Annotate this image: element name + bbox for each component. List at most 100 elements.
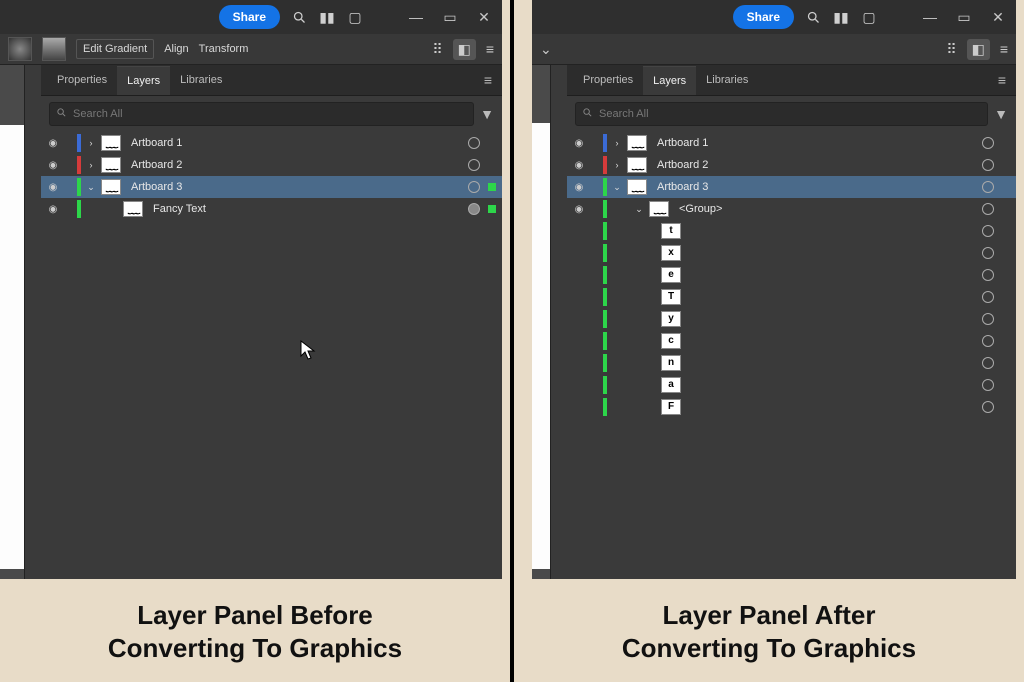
layer-name[interactable]: Artboard 1: [125, 137, 464, 149]
panel-flyout-icon[interactable]: ≡: [480, 72, 496, 88]
scrollbar[interactable]: [24, 65, 41, 579]
layer-name[interactable]: Artboard 2: [651, 159, 978, 171]
layer-name[interactable]: <Group>: [673, 203, 978, 215]
layer-row-artboard2[interactable]: ◉ › ﹏ Artboard 2: [567, 154, 1016, 176]
close-button[interactable]: ✕: [986, 9, 1010, 26]
target-icon[interactable]: [982, 269, 994, 281]
layer-row-compound-path[interactable]: x: [567, 242, 1016, 264]
target-icon[interactable]: [982, 137, 994, 149]
maximize-button[interactable]: ▭: [952, 9, 976, 26]
back-icon[interactable]: ⌄: [540, 41, 552, 58]
target-icon[interactable]: [982, 247, 994, 259]
essentials-icon[interactable]: ⠿: [946, 41, 956, 58]
essentials-icon[interactable]: ⠿: [432, 41, 442, 58]
layer-row-artboard1[interactable]: ◉ › ﹏ Artboard 1: [567, 132, 1016, 154]
target-icon[interactable]: [982, 181, 994, 193]
arrange-icon[interactable]: ▮▮: [832, 8, 850, 26]
filter-icon[interactable]: ▼: [994, 106, 1008, 122]
align-label[interactable]: Align: [164, 43, 188, 55]
target-icon[interactable]: [982, 291, 994, 303]
collapse-icon[interactable]: ⌄: [85, 182, 97, 193]
layer-row-compound-path[interactable]: y: [567, 308, 1016, 330]
layer-row-compound-path[interactable]: c: [567, 330, 1016, 352]
maximize-button[interactable]: ▭: [438, 9, 462, 26]
tab-layers[interactable]: Layers: [643, 66, 696, 95]
scrollbar[interactable]: [550, 65, 567, 579]
target-icon[interactable]: [982, 225, 994, 237]
layer-name[interactable]: Artboard 1: [651, 137, 978, 149]
layer-row-group[interactable]: ◉ ⌄ ﹏ <Group>: [567, 198, 1016, 220]
transform-label[interactable]: Transform: [199, 43, 249, 55]
layer-row-compound-path[interactable]: T: [567, 286, 1016, 308]
layer-name[interactable]: Artboard 3: [125, 181, 464, 193]
panel-menu-icon[interactable]: ≡: [486, 41, 494, 57]
layer-row-compound-path[interactable]: t: [567, 220, 1016, 242]
expand-icon[interactable]: ›: [85, 160, 97, 170]
layer-row-artboard3[interactable]: ◉ ⌄ ﹏ Artboard 3: [41, 176, 502, 198]
search-icon[interactable]: [290, 8, 308, 26]
target-icon[interactable]: [982, 203, 994, 215]
panel-flyout-icon[interactable]: ≡: [994, 72, 1010, 88]
frame-icon[interactable]: ▢: [346, 8, 364, 26]
edit-gradient-button[interactable]: Edit Gradient: [76, 39, 154, 59]
workspace-switcher-icon[interactable]: ◧: [967, 39, 990, 60]
minimize-button[interactable]: —: [918, 9, 942, 25]
target-icon[interactable]: [982, 401, 994, 413]
target-icon[interactable]: [468, 181, 480, 193]
target-icon[interactable]: [982, 357, 994, 369]
visibility-toggle[interactable]: ◉: [571, 182, 587, 193]
layer-name[interactable]: Artboard 3: [651, 181, 978, 193]
minimize-button[interactable]: —: [404, 9, 428, 25]
layer-row-compound-path[interactable]: a: [567, 374, 1016, 396]
layer-row-artboard2[interactable]: ◉ › ﹏ Artboard 2: [41, 154, 502, 176]
canvas[interactable]: [0, 125, 24, 569]
layer-row-artboard1[interactable]: ◉ › ﹏ Artboard 1: [41, 132, 502, 154]
target-icon[interactable]: [468, 159, 480, 171]
collapse-icon[interactable]: ⌄: [611, 182, 623, 193]
tab-libraries[interactable]: Libraries: [170, 66, 232, 94]
expand-icon[interactable]: ›: [611, 160, 623, 170]
visibility-toggle[interactable]: ◉: [571, 160, 587, 171]
target-icon[interactable]: [982, 379, 994, 391]
layers-search-input[interactable]: Search All: [575, 102, 988, 126]
layer-row-compound-path[interactable]: e: [567, 264, 1016, 286]
target-icon[interactable]: [982, 159, 994, 171]
tab-properties[interactable]: Properties: [47, 66, 117, 94]
tab-properties[interactable]: Properties: [573, 66, 643, 94]
collapse-icon[interactable]: ⌄: [633, 204, 645, 215]
layers-list: ◉ › ﹏ Artboard 1 ◉ › ﹏ Artboard 2: [567, 132, 1016, 579]
tab-libraries[interactable]: Libraries: [696, 66, 758, 94]
visibility-toggle[interactable]: ◉: [45, 182, 61, 193]
expand-icon[interactable]: ›: [85, 138, 97, 148]
layers-search-input[interactable]: Search All: [49, 102, 474, 126]
layer-row-artboard3[interactable]: ◉ ⌄ ﹏ Artboard 3: [567, 176, 1016, 198]
visibility-toggle[interactable]: ◉: [45, 204, 61, 215]
share-button[interactable]: Share: [733, 5, 794, 29]
visibility-toggle[interactable]: ◉: [571, 138, 587, 149]
target-icon[interactable]: [982, 335, 994, 347]
filter-icon[interactable]: ▼: [480, 106, 494, 122]
frame-icon[interactable]: ▢: [860, 8, 878, 26]
layer-row-compound-path[interactable]: F: [567, 396, 1016, 418]
target-icon[interactable]: [982, 313, 994, 325]
tab-layers[interactable]: Layers: [117, 66, 170, 95]
canvas[interactable]: [532, 123, 550, 569]
layer-row-compound-path[interactable]: n: [567, 352, 1016, 374]
stroke-swatch[interactable]: [42, 37, 66, 61]
expand-icon[interactable]: ›: [611, 138, 623, 148]
fill-swatch[interactable]: [8, 37, 32, 61]
close-button[interactable]: ✕: [472, 9, 496, 26]
visibility-toggle[interactable]: ◉: [45, 160, 61, 171]
panel-menu-icon[interactable]: ≡: [1000, 41, 1008, 57]
layer-name[interactable]: Artboard 2: [125, 159, 464, 171]
visibility-toggle[interactable]: ◉: [45, 138, 61, 149]
search-icon[interactable]: [804, 8, 822, 26]
arrange-icon[interactable]: ▮▮: [318, 8, 336, 26]
target-icon[interactable]: [468, 203, 480, 215]
target-icon[interactable]: [468, 137, 480, 149]
workspace-switcher-icon[interactable]: ◧: [453, 39, 476, 60]
visibility-toggle[interactable]: ◉: [571, 204, 587, 215]
share-button[interactable]: Share: [219, 5, 280, 29]
layer-row-fancy-text[interactable]: ◉ ﹏ Fancy Text: [41, 198, 502, 220]
layer-name[interactable]: Fancy Text: [147, 203, 464, 215]
